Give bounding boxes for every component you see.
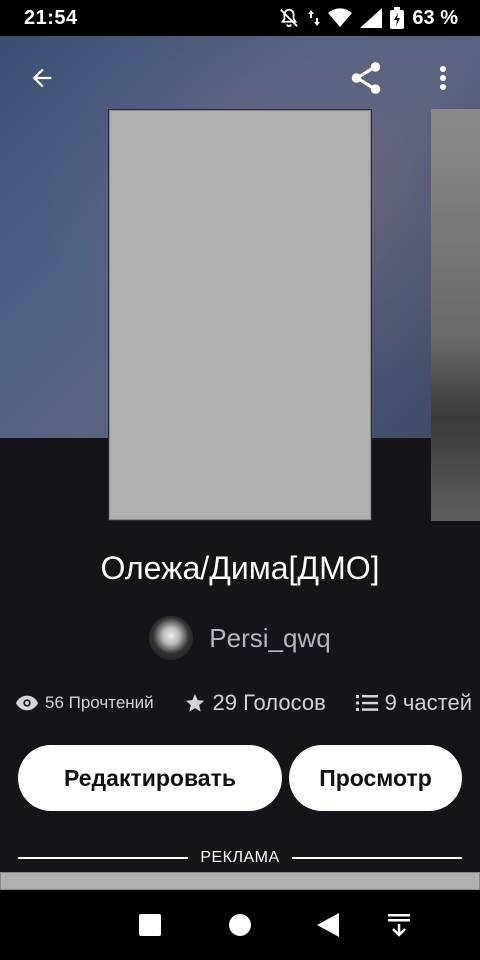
- battery-percent: 63 %: [412, 6, 458, 29]
- back-button[interactable]: [24, 60, 60, 96]
- hide-nav-button[interactable]: [381, 907, 417, 943]
- votes-stat: 29 Голосов: [184, 690, 326, 716]
- story-title: Олежа/Дима[ДМО]: [100, 550, 380, 586]
- more-vert-icon: [440, 66, 446, 90]
- top-app-bar: [0, 46, 480, 110]
- hide-nav-icon: [388, 914, 410, 937]
- status-icons: 63 %: [278, 7, 458, 30]
- author-row[interactable]: Persi_qwq: [0, 616, 480, 660]
- ad-divider: РЕКЛАМА: [18, 848, 462, 868]
- battery-icon: [390, 7, 405, 29]
- divider-line: [18, 857, 189, 859]
- avatar[interactable]: [149, 616, 194, 660]
- divider-line: [291, 857, 462, 859]
- share-button[interactable]: [344, 58, 388, 98]
- back-arrow-icon: [32, 68, 52, 88]
- reads-count: 56 Прочтений: [45, 693, 154, 712]
- data-arrows-icon: [308, 8, 321, 28]
- back-nav-button[interactable]: [310, 907, 346, 943]
- reads-stat: 56 Прочтений: [16, 693, 154, 713]
- story-cover-image[interactable]: [108, 109, 372, 521]
- ad-banner-placeholder: [0, 872, 480, 890]
- story-cover-image-placeholder: [109, 110, 371, 520]
- edit-button[interactable]: Редактировать: [18, 745, 282, 811]
- story-stats: 56 Прочтений 29 Голосов 9 частей: [16, 690, 472, 716]
- recents-square-icon: [139, 914, 161, 936]
- system-nav-bar: [0, 890, 480, 960]
- status-bar: 21:54 63 %: [0, 0, 480, 36]
- preview-button[interactable]: Просмотр: [289, 745, 462, 811]
- home-circle-icon: [229, 914, 251, 936]
- bell-off-icon: [278, 7, 300, 29]
- signal-icon: [360, 8, 383, 28]
- ad-label: РЕКЛАМА: [200, 849, 280, 866]
- more-options-button[interactable]: [428, 58, 458, 98]
- eye-icon: [16, 695, 38, 711]
- recents-button[interactable]: [132, 907, 168, 943]
- star-icon: [185, 693, 204, 712]
- wifi-icon: [328, 8, 353, 28]
- home-button[interactable]: [222, 907, 258, 943]
- parts-stat: 9 частей: [355, 690, 472, 716]
- ad-banner[interactable]: [0, 872, 480, 890]
- next-cover-peek[interactable]: [431, 109, 480, 521]
- share-icon: [351, 62, 381, 94]
- status-time: 21:54: [24, 6, 78, 29]
- author-name[interactable]: Persi_qwq: [209, 623, 330, 654]
- parts-count: 9 частей: [384, 690, 472, 715]
- list-icon: [355, 695, 378, 711]
- votes-count: 29 Голосов: [212, 690, 326, 715]
- back-triangle-icon: [317, 913, 339, 937]
